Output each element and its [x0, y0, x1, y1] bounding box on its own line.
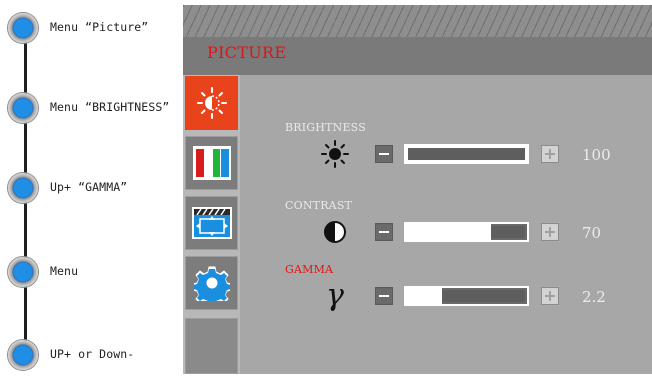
setting-label: GAMMA [285, 263, 334, 276]
osd-sidebar [183, 75, 240, 374]
tab-blank [185, 318, 238, 374]
step-2: Menu “BRIGHTNESS” [0, 91, 183, 131]
step-label: Menu “Picture” [50, 20, 149, 34]
step-bullet-icon [8, 13, 38, 43]
contrast-icon [320, 217, 350, 247]
brightness-value: 100 [582, 146, 611, 164]
step-label: Menu [50, 264, 79, 278]
step-5: UP+ or Down- [0, 338, 183, 378]
slider-track-remainder [408, 148, 525, 160]
slider-fill [406, 224, 491, 240]
gamma-row: GAMMA γ 2.2 [240, 263, 652, 333]
contrast-row: CONTRAST 70 [240, 199, 652, 269]
instruction-steps: Menu “Picture” Menu “BRIGHTNESS” Up+ “GA… [0, 0, 183, 374]
slider-fill [406, 288, 442, 304]
tab-image-adjust[interactable] [185, 196, 238, 250]
step-label: Up+ “GAMMA” [50, 180, 128, 194]
contrast-decrease-button[interactable] [375, 223, 393, 241]
tab-brightness[interactable] [185, 76, 238, 130]
tab-color[interactable] [185, 136, 238, 190]
contrast-increase-button[interactable] [541, 223, 559, 241]
page-title: PICTURE [207, 43, 287, 62]
step-bullet-icon [8, 93, 38, 123]
gamma-slider[interactable] [404, 286, 529, 306]
gamma-icon: γ [320, 281, 350, 311]
step-3: Up+ “GAMMA” [0, 171, 183, 211]
gamma-value: 2.2 [582, 288, 606, 306]
step-bullet-icon [8, 257, 38, 287]
color-bars-icon [192, 146, 231, 180]
brightness-increase-button[interactable] [541, 145, 559, 163]
osd-menu: PICTURE BRIGHTNESS 100 CONTRAST 70 GAMMA… [183, 5, 652, 374]
slider-track-remainder [442, 290, 525, 302]
step-4: Menu [0, 255, 183, 295]
tab-settings[interactable] [185, 256, 238, 310]
osd-header: PICTURE [183, 5, 652, 75]
setting-label: BRIGHTNESS [285, 121, 366, 134]
slider-track-remainder [491, 226, 525, 238]
brightness-slider[interactable] [404, 144, 529, 164]
gamma-increase-button[interactable] [541, 287, 559, 305]
brightness-row: BRIGHTNESS 100 [240, 121, 652, 191]
sun-icon [320, 139, 350, 169]
brightness-decrease-button[interactable] [375, 145, 393, 163]
settings-panel: BRIGHTNESS 100 CONTRAST 70 GAMMA γ 2.2 [240, 75, 652, 374]
step-label: UP+ or Down- [50, 347, 135, 361]
image-adjust-icon [191, 207, 232, 239]
setting-label: CONTRAST [285, 199, 353, 212]
gamma-symbol: γ [326, 278, 344, 313]
gear-icon [193, 266, 230, 301]
contrast-value: 70 [582, 224, 602, 242]
step-bullet-icon [8, 173, 38, 203]
step-label: Menu “BRIGHTNESS” [50, 100, 170, 114]
contrast-slider[interactable] [404, 222, 529, 242]
step-bullet-icon [8, 340, 38, 370]
gamma-decrease-button[interactable] [375, 287, 393, 305]
step-1: Menu “Picture” [0, 11, 183, 51]
brightness-tab-icon [196, 87, 227, 119]
